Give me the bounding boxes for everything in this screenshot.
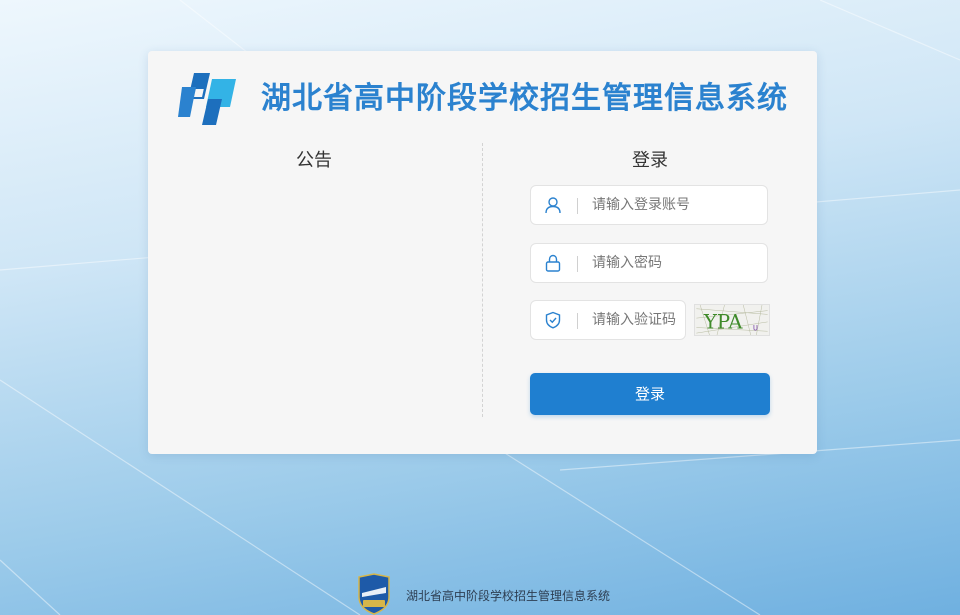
lock-icon	[545, 254, 561, 272]
login-heading: 登录	[632, 150, 668, 171]
user-icon	[545, 197, 561, 214]
institution-emblem-icon	[358, 573, 390, 615]
field-separator	[577, 256, 578, 272]
captcha-input[interactable]	[592, 301, 682, 339]
footer-text: 湖北省高中阶段学校招生管理信息系统	[406, 589, 611, 603]
shield-icon	[545, 311, 561, 329]
login-button[interactable]: 登录	[530, 373, 770, 415]
username-input[interactable]	[592, 186, 742, 224]
field-separator	[577, 313, 578, 329]
system-title: 湖北省高中阶段学校招生管理信息系统	[261, 81, 788, 116]
password-input[interactable]	[592, 244, 742, 282]
notice-heading: 公告	[296, 150, 332, 171]
field-separator	[577, 198, 578, 214]
password-field[interactable]	[530, 243, 768, 283]
captcha-field[interactable]	[530, 300, 686, 340]
system-logo	[178, 73, 236, 125]
captcha-image[interactable]: YPA ᴜ	[694, 304, 770, 336]
login-card: 湖北省高中阶段学校招生管理信息系统 公告 登录 请输入登录账号 请输入验证码 Y…	[148, 51, 817, 454]
section-divider	[482, 143, 483, 417]
username-field[interactable]	[530, 185, 768, 225]
captcha-text: YPA	[703, 310, 743, 333]
captcha-glyph: ᴜ	[753, 322, 758, 333]
footer: 湖北省高中阶段学校招生管理信息系统	[356, 573, 676, 615]
